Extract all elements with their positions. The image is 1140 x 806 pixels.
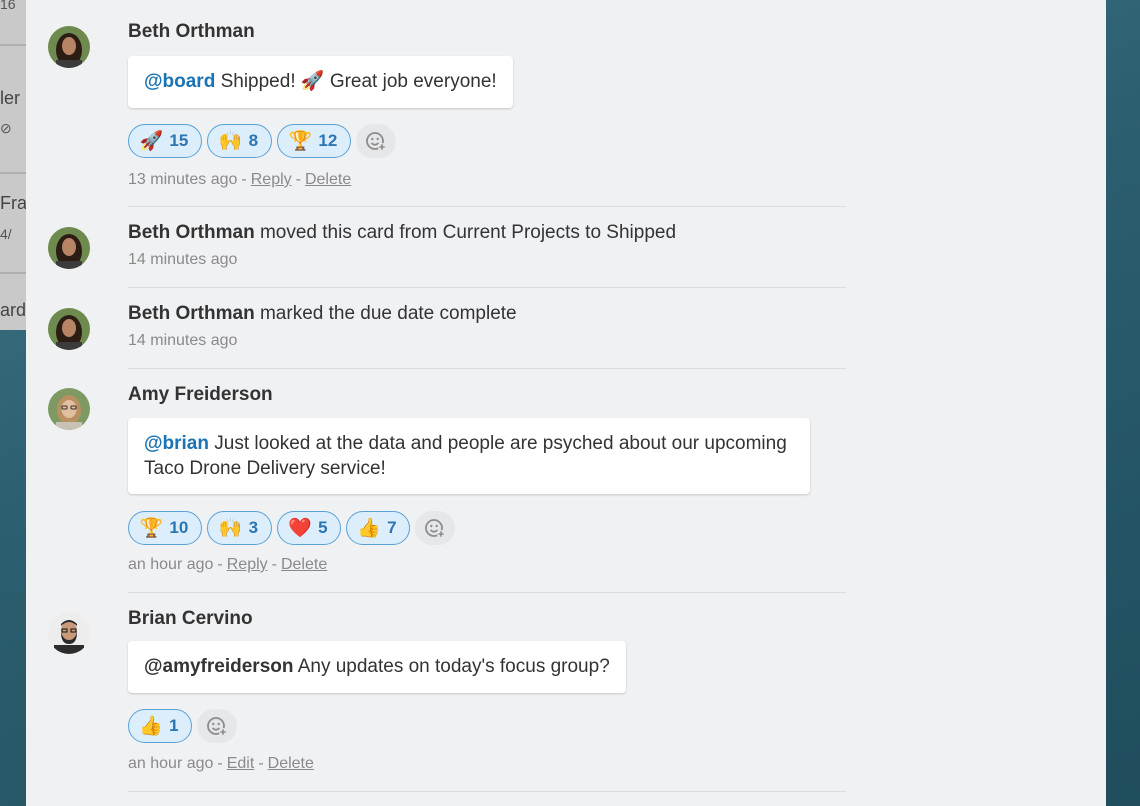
add-reaction-button[interactable] [197, 709, 237, 743]
comment-meta: an hour ago - Edit - Delete [128, 755, 314, 772]
comment-bubble: @brian Just looked at the data and peopl… [128, 418, 810, 494]
entry-divider [128, 592, 846, 593]
delete-link[interactable]: Delete [281, 556, 327, 573]
mention-link[interactable]: @board [144, 71, 215, 92]
user-avatar-icon [48, 612, 90, 654]
reaction-count: 7 [387, 518, 397, 537]
avatar[interactable] [48, 227, 90, 269]
comment-author[interactable]: Amy Freiderson [128, 384, 273, 406]
timestamp: an hour ago [128, 556, 214, 573]
reaction-button[interactable]: 🙌 3 [207, 511, 272, 545]
reaction-button[interactable]: ❤️ 5 [277, 511, 341, 545]
comment-meta: 13 minutes ago - Reply - Delete [128, 171, 352, 188]
smiley-plus-icon [366, 132, 386, 151]
smiley-plus-icon [425, 519, 445, 538]
paperclip-icon: ⊘ [0, 120, 12, 136]
timestamp: 14 minutes ago [128, 332, 238, 349]
board-background: 16 ler ⊘ Fra 4/ ard [0, 0, 26, 330]
entry-divider [128, 206, 846, 207]
activity-description: moved this card from Current Projects to… [254, 222, 677, 243]
reaction-count: 10 [169, 518, 189, 537]
timestamp: an hour ago [128, 755, 214, 772]
activity-description: marked the due date complete [254, 303, 517, 324]
activity-text: Beth Orthman marked the due date complet… [128, 303, 517, 325]
reaction-count: 12 [318, 131, 338, 150]
comment-text: Any updates on today's focus group? [293, 656, 610, 677]
delete-link[interactable]: Delete [268, 755, 314, 772]
smiley-plus-icon [207, 717, 227, 736]
entry-divider [128, 791, 846, 792]
user-avatar-icon [48, 388, 90, 430]
add-reaction-button[interactable] [356, 124, 396, 158]
reaction-button[interactable]: 👍 1 [128, 709, 192, 743]
comment-meta: an hour ago - Reply - Delete [128, 556, 328, 573]
board-fragment: 4/ [0, 226, 12, 242]
board-fragment: Fra [0, 193, 26, 213]
user-avatar-icon [48, 26, 90, 68]
heart-icon: ❤️ [288, 517, 313, 539]
reaction-bar: 👍 1 [128, 709, 237, 743]
reply-link[interactable]: Reply [251, 171, 292, 188]
reaction-button[interactable]: 🚀 15 [128, 124, 202, 158]
add-reaction-button[interactable] [415, 511, 455, 545]
board-divider [0, 44, 26, 46]
comment-bubble: @board Shipped! 🚀 Great job everyone! [128, 56, 513, 108]
comment-text: Shipped! 🚀 Great job everyone! [215, 71, 497, 92]
reaction-bar: 🏆 10 🙌 3 ❤️ 5 👍 7 [128, 511, 455, 545]
timestamp: 14 minutes ago [128, 251, 238, 268]
activity-author[interactable]: Beth Orthman [128, 222, 255, 243]
reaction-button[interactable]: 🏆 10 [128, 511, 202, 545]
edit-link[interactable]: Edit [227, 755, 255, 772]
avatar[interactable] [48, 26, 90, 68]
comment-author[interactable]: Beth Orthman [128, 21, 255, 43]
entry-divider [128, 287, 846, 288]
avatar[interactable] [48, 612, 90, 654]
activity-author[interactable]: Beth Orthman [128, 303, 255, 324]
trophy-icon: 🏆 [139, 517, 164, 539]
thumbs-up-icon: 👍 [139, 715, 164, 737]
comment-text: Just looked at the data and people are p… [144, 433, 787, 479]
reply-link[interactable]: Reply [227, 556, 268, 573]
board-divider [0, 272, 26, 274]
board-divider [0, 172, 26, 174]
mention-link[interactable]: @amyfreiderson [144, 656, 293, 677]
reaction-count: 8 [248, 131, 259, 150]
raised-hands-icon: 🙌 [218, 130, 243, 152]
reaction-count: 5 [318, 518, 328, 537]
trophy-icon: 🏆 [288, 130, 313, 152]
reaction-bar: 🚀 15 🙌 8 🏆 12 [128, 124, 396, 158]
activity-text: Beth Orthman moved this card from Curren… [128, 222, 676, 244]
thumbs-up-icon: 👍 [357, 517, 382, 539]
reaction-button[interactable]: 🙌 8 [207, 124, 272, 158]
entry-divider [128, 368, 846, 369]
timestamp: 13 minutes ago [128, 171, 238, 188]
card-activity-panel: Beth Orthman @board Shipped! 🚀 Great job… [26, 0, 1106, 806]
board-fragment: ard [0, 300, 26, 320]
avatar[interactable] [48, 388, 90, 430]
mention-link[interactable]: @brian [144, 433, 209, 454]
board-fragment: 16 [0, 0, 16, 12]
reaction-count: 15 [169, 131, 189, 150]
user-avatar-icon [48, 227, 90, 269]
comment-bubble: @amyfreiderson Any updates on today's fo… [128, 641, 626, 693]
avatar[interactable] [48, 308, 90, 350]
reaction-count: 3 [248, 518, 259, 537]
delete-link[interactable]: Delete [305, 171, 351, 188]
reaction-button[interactable]: 🏆 12 [277, 124, 351, 158]
rocket-icon: 🚀 [139, 130, 164, 152]
reaction-button[interactable]: 👍 7 [346, 511, 410, 545]
comment-author[interactable]: Brian Cervino [128, 608, 253, 630]
reaction-count: 1 [169, 716, 179, 735]
user-avatar-icon [48, 308, 90, 350]
board-fragment: ler [0, 88, 21, 108]
raised-hands-icon: 🙌 [218, 517, 243, 539]
